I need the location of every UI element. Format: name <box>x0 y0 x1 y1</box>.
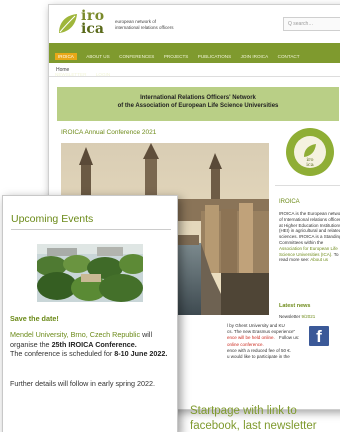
nav-item-login[interactable]: LOGIN <box>96 71 110 78</box>
search-input[interactable]: Q search… <box>283 17 340 31</box>
search-placeholder: Q search… <box>288 21 314 27</box>
svg-text:ica: ica <box>306 162 313 168</box>
host-university-link[interactable]: Mendel University, Brno, Czech Republic <box>10 330 140 339</box>
article-title[interactable]: IROICA Annual Conference 2021 <box>61 129 156 136</box>
banner-line-2: of the Association of European Life Scie… <box>117 103 279 109</box>
about-us-link[interactable]: About us <box>310 257 328 262</box>
nav-item-about-us[interactable]: ABOUT US <box>86 53 109 60</box>
article-line-6: u would like to participate in the <box>227 354 290 360</box>
newsletter-label: Newsletter <box>279 314 302 319</box>
figure-caption: Startpage with link to facebook, last ne… <box>190 405 317 432</box>
newsletter-line: Newsletter 9/2021 <box>279 314 315 319</box>
events-description: Mendel University, Brno, Czech Republic … <box>10 330 174 359</box>
save-the-date-heading: Save the date! <box>10 314 59 323</box>
nav-item-contact[interactable]: CONTACT <box>278 53 300 60</box>
upcoming-events-card: Upcoming Events Save the date! Mendel Un… <box>2 195 178 432</box>
screenshot-composite: iro ica european network of internationa… <box>0 0 340 432</box>
conference-name: 25th IROICA Conference. <box>51 339 137 349</box>
nav-item-conferences[interactable]: CONFERENCES <box>119 53 154 60</box>
nav-item-join[interactable]: JOIN IROICA <box>241 53 269 60</box>
leaf-icon <box>59 14 77 33</box>
ica-link[interactable]: Association for European Life Science Un… <box>279 246 338 257</box>
nav-item-iroica[interactable]: IROICA <box>55 53 77 60</box>
main-nav: IROICA ABOUT US CONFERENCES PROJECTS PUB… <box>49 43 340 77</box>
nav-item-projects[interactable]: PROJECTS <box>164 53 189 60</box>
network-banner: International Relations Officers' Networ… <box>57 87 339 121</box>
nav-item-publications[interactable]: PUBLICATIONS <box>198 53 231 60</box>
upcoming-events-title: Upcoming Events <box>11 213 94 225</box>
iroica-seal-logo: iro ica <box>286 128 334 176</box>
iroica-logo[interactable]: iro ica european network of internationa… <box>55 9 205 39</box>
conference-date: 8-10 June 2022. <box>114 349 168 359</box>
site-header: iro ica european network of internationa… <box>49 5 340 43</box>
banner-line-1: International Relations Officers' Networ… <box>140 95 256 101</box>
sidebar-text: IROICA is the European network of Intern… <box>279 211 340 263</box>
breadcrumb-home[interactable]: Home <box>56 67 69 73</box>
follow-us-label: Follow us: <box>279 335 300 340</box>
events-body-2: The conference is scheduled for <box>10 349 115 359</box>
latest-news-heading: Latest news <box>279 303 311 309</box>
newsletter-link[interactable]: 9/2021 <box>302 314 316 319</box>
sidebar-description: IROICA is the European network of Intern… <box>279 211 340 245</box>
events-further-details: Further details will follow in early spr… <box>10 379 156 388</box>
logo-tagline: european network of international relati… <box>115 19 205 30</box>
sidebar-heading: IROICA <box>279 199 300 205</box>
tagline-line-2: international relations officers <box>115 24 174 30</box>
events-divider <box>11 229 171 230</box>
facebook-icon[interactable]: f <box>309 326 329 346</box>
sidebar-divider <box>275 185 340 186</box>
logo-text-ica: ica <box>81 21 104 37</box>
campus-aerial-photo <box>37 244 143 302</box>
